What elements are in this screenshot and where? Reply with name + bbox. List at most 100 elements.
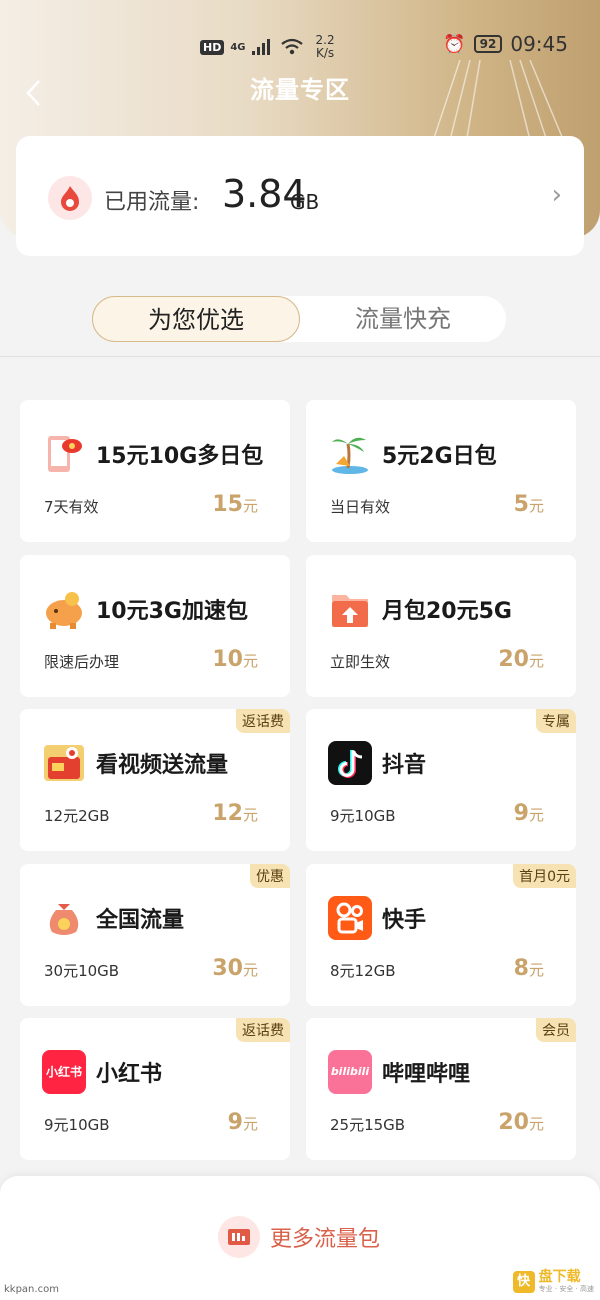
signal-icon	[251, 39, 270, 55]
promo-tag: 会员	[536, 1018, 576, 1042]
package-subtitle: 限速后办理	[44, 653, 120, 671]
package-subtitle: 7天有效	[44, 498, 99, 516]
money-bag-icon	[42, 896, 86, 940]
price-unit: 元	[528, 1115, 544, 1133]
wifi-icon	[280, 38, 303, 55]
price-unit: 元	[528, 961, 544, 979]
kuaishou-icon	[328, 896, 372, 940]
xiaohongshu-logo-text: 小红书	[42, 1050, 86, 1094]
palm-tree-icon	[328, 432, 372, 476]
usage-label: 已用流量:	[104, 190, 200, 215]
watermark-subtext: 专业 · 安全 · 高速	[538, 1285, 594, 1293]
watermark-text: 盘下载	[538, 1269, 581, 1285]
package-price: 12元	[212, 801, 258, 826]
package-price: 9元	[514, 801, 544, 826]
phone-gift-icon	[42, 432, 86, 476]
package-title: 月包20元5G	[382, 599, 512, 624]
package-subtitle: 30元10GB	[44, 962, 120, 980]
bilibili-icon: bilibili	[328, 1050, 372, 1094]
price-value: 10	[212, 647, 243, 672]
tab-bar: 为您优选 流量快充	[92, 296, 506, 342]
package-card[interactable]: 10元3G加速包 限速后办理 10元	[20, 555, 290, 697]
price-value: 15	[212, 492, 243, 517]
price-value: 20	[498, 1110, 529, 1135]
flame-icon	[48, 176, 92, 220]
package-subtitle: 立即生效	[330, 653, 391, 671]
price-unit: 元	[242, 806, 258, 824]
price-unit: 元	[242, 497, 258, 515]
more-packages-label: 更多流量包	[270, 1227, 381, 1252]
page-title: 流量专区	[250, 76, 350, 104]
package-title: 10元3G加速包	[96, 599, 248, 624]
bottom-bar: 更多流量包	[0, 1176, 600, 1300]
package-subtitle: 9元10GB	[44, 1116, 110, 1134]
price-value: 20	[498, 647, 529, 672]
watermark-left: kkpan.com	[4, 1284, 59, 1295]
promo-tag: 优惠	[250, 864, 290, 888]
network-type: 4G	[230, 41, 246, 53]
package-price: 20元	[498, 647, 544, 672]
package-title: 5元2G日包	[382, 444, 497, 469]
package-card[interactable]: 返话费 小红书 小红书 9元10GB 9元	[20, 1018, 290, 1160]
package-subtitle: 12元2GB	[44, 807, 110, 825]
hd-badge: HD	[200, 39, 225, 55]
promo-tag: 首月0元	[513, 864, 576, 888]
watermark-logo: 快	[512, 1271, 535, 1293]
package-card[interactable]: 优惠 全国流量 30元10GB 30元	[20, 864, 290, 1006]
price-value: 8	[513, 956, 529, 981]
package-price: 5元	[514, 492, 544, 517]
package-price: 8元	[514, 956, 544, 981]
chevron-right-icon: ›	[551, 180, 562, 210]
divider	[0, 356, 600, 357]
package-price: 20元	[498, 1110, 544, 1135]
more-packages-button[interactable]: 更多流量包	[218, 1216, 380, 1258]
clock: 09:45	[510, 32, 568, 56]
package-card[interactable]: 首月0元 快手 8元12GB 8元	[306, 864, 576, 1006]
video-gift-icon	[42, 741, 86, 785]
price-unit: 元	[242, 961, 258, 979]
alarm-icon: ⏰	[443, 33, 466, 55]
package-title: 15元10G多日包	[96, 444, 264, 469]
price-value: 9	[227, 1110, 243, 1135]
douyin-icon	[328, 741, 372, 785]
price-value: 5	[513, 492, 529, 517]
price-value: 12	[212, 801, 243, 826]
watermark-right: 快 盘下载 专业 · 安全 · 高速	[512, 1269, 594, 1294]
package-card[interactable]: 月包20元5G 立即生效 20元	[306, 555, 576, 697]
package-title: 小红书	[96, 1062, 163, 1087]
net-speed-unit: K/s	[315, 46, 335, 60]
xiaohongshu-icon: 小红书	[42, 1050, 86, 1094]
package-title: 全国流量	[96, 908, 185, 933]
package-card[interactable]: 专属 抖音 9元10GB 9元	[306, 709, 576, 851]
package-price: 9元	[228, 1110, 258, 1135]
piggy-bank-icon	[42, 587, 86, 631]
promo-tag: 专属	[536, 709, 576, 733]
package-card[interactable]: 会员 bilibili 哔哩哔哩 25元15GB 20元	[306, 1018, 576, 1160]
price-unit: 元	[528, 806, 544, 824]
package-icon	[218, 1216, 260, 1258]
package-card[interactable]: 5元2G日包 当日有效 5元	[306, 400, 576, 542]
package-subtitle: 当日有效	[330, 498, 391, 516]
package-title: 抖音	[382, 753, 427, 778]
usage-unit: GB	[290, 190, 320, 214]
package-card[interactable]: 15元10G多日包 7天有效 15元	[20, 400, 290, 542]
tab-preferred[interactable]: 为您优选	[92, 296, 300, 342]
package-title: 看视频送流量	[96, 753, 229, 778]
price-unit: 元	[242, 1115, 258, 1133]
promo-tag: 返话费	[236, 709, 290, 733]
package-price: 15元	[212, 492, 258, 517]
price-value: 9	[513, 801, 529, 826]
price-value: 30	[212, 956, 243, 981]
package-subtitle: 8元12GB	[330, 962, 396, 980]
folder-up-icon	[328, 587, 372, 631]
price-unit: 元	[528, 652, 544, 670]
package-subtitle: 25元15GB	[330, 1116, 406, 1134]
battery-indicator: 92	[473, 35, 503, 53]
usage-card[interactable]: 已用流量: 3.84 GB ›	[16, 136, 584, 256]
tab-quick-recharge[interactable]: 流量快充	[300, 296, 506, 342]
status-bar: HD 4G 2.2 K/s ⏰ 92 09:45	[0, 28, 600, 64]
promo-tag: 返话费	[236, 1018, 290, 1042]
package-price: 30元	[212, 956, 258, 981]
price-unit: 元	[242, 652, 258, 670]
package-card[interactable]: 返话费 看视频送流量 12元2GB 12元	[20, 709, 290, 851]
